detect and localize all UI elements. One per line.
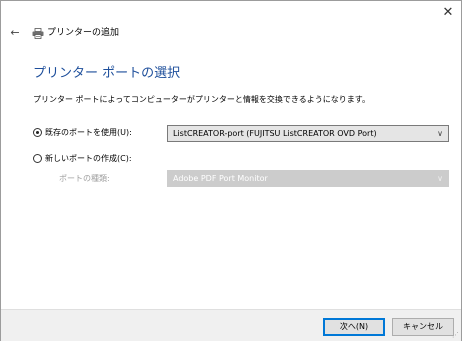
cancel-button[interactable]: キャンセル <box>392 318 454 336</box>
page-description: プリンター ポートによってコンピューターがプリンターと情報を交換できるようになり… <box>33 95 370 104</box>
footer-bar: 次へ(N) キャンセル ⋰ <box>1 309 461 341</box>
port-type-value: Adobe PDF Port Monitor <box>173 174 268 183</box>
existing-port-select[interactable]: ListCREATOR-port (FUJITSU ListCREATOR OV… <box>167 125 449 142</box>
page-heading: プリンター ポートの選択 <box>33 66 181 81</box>
window-title: プリンターの追加 <box>47 28 120 38</box>
add-printer-window: ✕ ← プリンターの追加 プリンター ポートの選択 プリンター ポートによってコ… <box>0 0 462 341</box>
port-type-select: Adobe PDF Port Monitor ∨ <box>167 170 449 187</box>
next-button[interactable]: 次へ(N) <box>323 318 385 336</box>
port-type-label: ポートの種類: <box>59 174 110 183</box>
chevron-down-icon: ∨ <box>437 174 443 183</box>
close-icon[interactable]: ✕ <box>438 4 458 22</box>
back-arrow-icon[interactable]: ← <box>7 25 23 41</box>
existing-port-value: ListCREATOR-port (FUJITSU ListCREATOR OV… <box>173 129 377 138</box>
printer-icon <box>32 28 44 39</box>
existing-port-label[interactable]: 既存のポートを使用(U): <box>45 127 132 139</box>
new-port-label[interactable]: 新しいポートの作成(C): <box>45 153 132 165</box>
new-port-radio[interactable] <box>33 154 42 163</box>
radio-selected-dot <box>36 131 39 134</box>
resize-grip-icon[interactable]: ⋰ <box>452 331 459 339</box>
existing-port-radio[interactable] <box>33 128 42 137</box>
chevron-down-icon: ∨ <box>437 129 443 138</box>
